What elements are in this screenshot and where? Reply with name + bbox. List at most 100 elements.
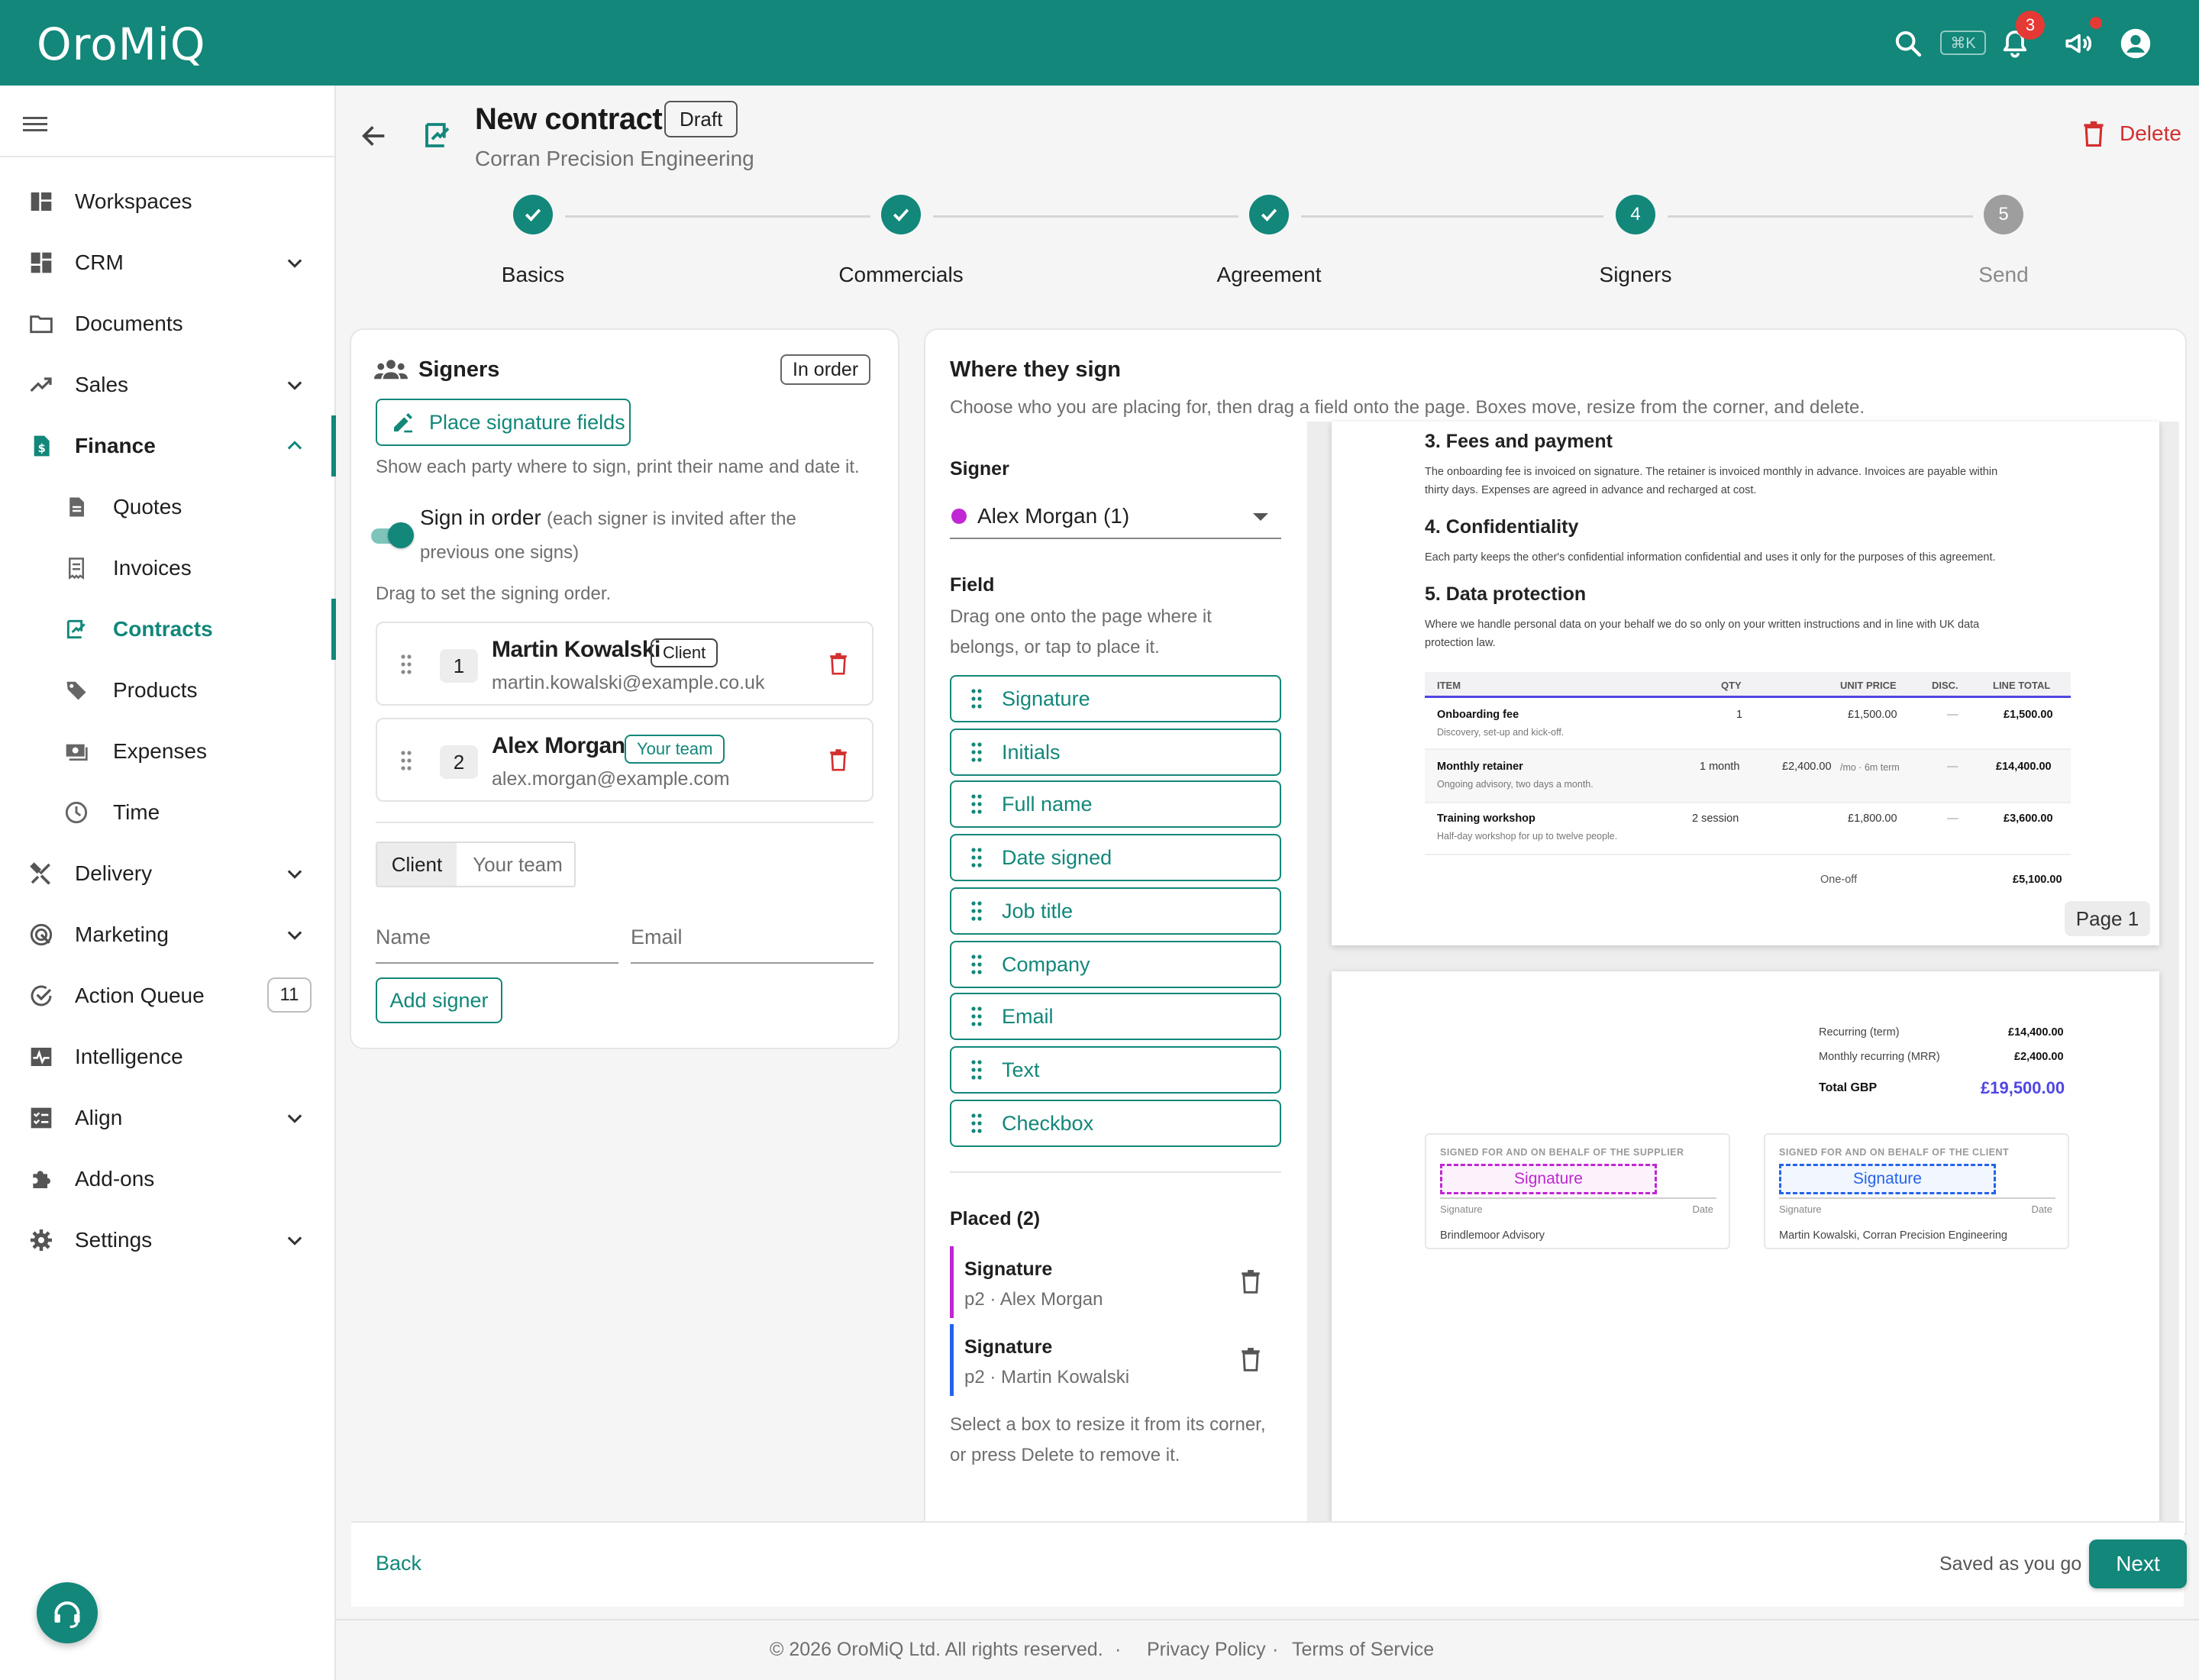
document-page-2[interactable]: Recurring (term) £14,400.00 Monthly recu… (1332, 971, 2159, 1521)
field-text-button[interactable]: Text (950, 1046, 1281, 1094)
field-label: Date signed (1002, 845, 1112, 869)
section-heading: 4. Confidentiality (1425, 516, 1579, 538)
dropdown-arrow-icon (1252, 512, 1269, 522)
place-signature-fields-button[interactable]: Place signature fields (376, 399, 631, 446)
sidebar-item-delivery[interactable]: Delivery (0, 843, 334, 904)
search-icon[interactable] (1887, 23, 1929, 64)
sidebar-item-finance[interactable]: $ Finance (0, 415, 336, 477)
step-label-basics[interactable]: Basics (502, 263, 564, 287)
help-support-button[interactable] (37, 1582, 98, 1643)
placed-field-type: Signature (964, 1258, 1053, 1280)
step-agreement-check-icon[interactable] (1249, 195, 1289, 234)
sidebar-item-label: Time (113, 800, 160, 824)
sidebar-item-settings[interactable]: Settings (0, 1210, 334, 1271)
search-shortcut-hint[interactable]: ⌘K (1940, 31, 1986, 55)
field-checkbox-button[interactable]: Checkbox (950, 1100, 1281, 1147)
back-arrow-icon[interactable] (359, 121, 389, 151)
signature-block-caption: SIGNED FOR AND ON BEHALF OF THE SUPPLIER (1440, 1147, 1684, 1158)
placed-signature-field-blue[interactable]: Signature (1779, 1164, 1996, 1194)
field-date-signed-button[interactable]: Date signed (950, 834, 1281, 881)
section-divider (950, 1171, 1281, 1173)
line-item-unit-price: £1,800.00 (1848, 813, 1897, 825)
delete-contract-button[interactable]: Delete (2083, 121, 2181, 147)
sidebar-item-align[interactable]: Align (0, 1087, 334, 1149)
terms-of-service-link[interactable]: Terms of Service (1292, 1639, 1434, 1661)
step-label-commercials[interactable]: Commercials (838, 263, 963, 287)
back-button[interactable]: Back (376, 1552, 421, 1575)
sidebar-item-action-queue[interactable]: Action Queue 11 (0, 965, 334, 1026)
placed-signature-field-magenta[interactable]: Signature (1440, 1164, 1657, 1194)
sidebar-item-add-ons[interactable]: Add-ons (0, 1149, 334, 1210)
sidebar-item-expenses[interactable]: Expenses (0, 721, 334, 782)
field-job-title-button[interactable]: Job title (950, 887, 1281, 935)
signer-row[interactable]: 1 Martin Kowalski Client martin.kowalski… (376, 622, 873, 706)
menu-toggle-icon[interactable] (23, 113, 49, 134)
line-item-qty: 1 (1736, 709, 1743, 721)
step-label-signers[interactable]: Signers (1600, 263, 1672, 287)
sidebar-item-crm[interactable]: CRM (0, 232, 334, 293)
step-send-number[interactable]: 5 (1984, 195, 2023, 234)
sidebar-item-time[interactable]: Time (0, 782, 334, 843)
drag-handle-icon (971, 955, 982, 974)
tab-your-team[interactable]: Your team (461, 843, 574, 886)
sidebar-item-label: Invoices (113, 556, 192, 580)
remove-placed-field-trash-icon[interactable] (1241, 1269, 1261, 1294)
privacy-policy-link[interactable]: Privacy Policy (1147, 1639, 1266, 1661)
drag-handle-icon[interactable] (400, 654, 412, 675)
placed-field-item[interactable]: Signature p2 · Alex Morgan (950, 1246, 1281, 1318)
step-label-send[interactable]: Send (1978, 263, 2028, 287)
sidebar-item-intelligence[interactable]: Intelligence (0, 1026, 334, 1087)
signer-color-dot (951, 509, 967, 524)
sidebar-item-quotes[interactable]: Quotes (0, 477, 334, 538)
placed-field-item[interactable]: Signature p2 · Martin Kowalski (950, 1324, 1281, 1396)
field-email-button[interactable]: Email (950, 993, 1281, 1040)
remove-signer-trash-icon[interactable] (829, 748, 848, 771)
add-signer-button[interactable]: Add signer (376, 977, 502, 1023)
delete-label: Delete (2120, 121, 2181, 145)
step-commercials-check-icon[interactable] (881, 195, 921, 234)
field-full-name-button[interactable]: Full name (950, 780, 1281, 828)
step-label-agreement[interactable]: Agreement (1217, 263, 1322, 287)
column-header: UNIT PRICE (1840, 680, 1897, 691)
tab-client[interactable]: Client (377, 843, 457, 886)
announcements-unread-dot (2090, 17, 2102, 29)
remove-placed-field-trash-icon[interactable] (1241, 1347, 1261, 1371)
sidebar-item-contracts[interactable]: Contracts (0, 599, 336, 660)
stepper-connector (1668, 215, 1973, 218)
drag-handle-icon[interactable] (400, 750, 412, 771)
app-logo[interactable]: OroMiQ (37, 18, 206, 70)
footer-divider (336, 1619, 2199, 1620)
chevron-down-icon (284, 252, 305, 273)
account-avatar-icon[interactable] (2115, 23, 2156, 64)
sidebar-item-documents[interactable]: Documents (0, 293, 334, 354)
signer-role-chip: Your team (625, 735, 725, 764)
line-item-unit-price: £2,400.00 (1782, 761, 1832, 773)
step-signers-number[interactable]: 4 (1616, 195, 1655, 234)
one-off-label: One-off (1820, 874, 1858, 886)
field-label: Initials (1002, 740, 1061, 764)
sign-in-order-toggle[interactable] (370, 522, 414, 548)
step-basics-check-icon[interactable] (513, 195, 553, 234)
next-button[interactable]: Next (2089, 1539, 2187, 1588)
sidebar-item-invoices[interactable]: Invoices (0, 538, 334, 599)
document-page-1[interactable]: 3. Fees and payment The onboarding fee i… (1332, 422, 2159, 945)
field-label: Company (1002, 952, 1090, 976)
drag-handle-icon (971, 1060, 982, 1080)
announcements-megaphone-icon[interactable] (2059, 23, 2100, 64)
new-signer-email-input[interactable]: Email (631, 926, 873, 964)
sidebar-item-products[interactable]: Products (0, 660, 334, 721)
signer-row[interactable]: 2 Alex Morgan Your team alex.morgan@exam… (376, 718, 873, 802)
chevron-up-icon (284, 435, 305, 457)
sidebar-item-sales[interactable]: Sales (0, 354, 334, 415)
remove-signer-trash-icon[interactable] (829, 652, 848, 675)
signer-select[interactable]: Alex Morgan (1) (950, 496, 1281, 539)
field-label: Text (1002, 1058, 1040, 1081)
field-initials-button[interactable]: Initials (950, 729, 1281, 776)
date-line-label: Date (1692, 1203, 1713, 1215)
sidebar-item-workspaces[interactable]: Workspaces (0, 171, 334, 232)
field-company-button[interactable]: Company (950, 941, 1281, 988)
sidebar-item-marketing[interactable]: Marketing (0, 904, 334, 965)
new-signer-name-input[interactable]: Name (376, 926, 618, 964)
section-heading: 5. Data protection (1425, 583, 1587, 605)
field-signature-button[interactable]: Signature (950, 675, 1281, 722)
